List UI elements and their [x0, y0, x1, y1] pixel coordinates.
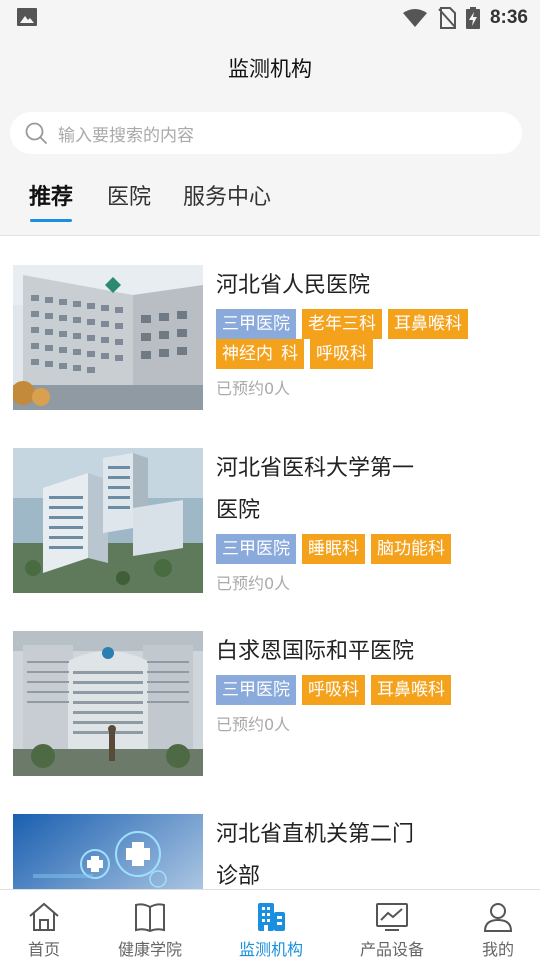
status-time: 8:36 [489, 7, 528, 28]
hospital-rendering-photo [13, 448, 203, 593]
grade-tag: 三甲医院 [216, 309, 296, 339]
institution-name: 河北省医科大学第一 [216, 456, 415, 481]
department-tag: 呼吸科 [302, 675, 365, 705]
nav-label: 产品设备 [359, 940, 424, 959]
page-title: 监测机构 [228, 57, 312, 81]
institution-info: 白求恩国际和平医院 三甲医院 呼吸科 耳鼻喉科 已预约0人 [216, 631, 524, 735]
institution-name-line2: 诊部 [216, 864, 261, 889]
tag-list: 三甲医院 老年三科 耳鼻喉科 神经内 科 呼吸科 [216, 309, 524, 369]
bottom-navigation: 首页 健康学院 监测机构 产品设备 我的 [0, 889, 540, 960]
department-tag: 老年三科 [302, 309, 382, 339]
user-icon [483, 903, 513, 932]
search-input[interactable]: 输入要搜索的内容 [10, 112, 522, 154]
institution-name-line2: 医院 [216, 498, 261, 523]
battery-charging-icon [465, 7, 480, 29]
booking-count: 已预约0人 [216, 574, 291, 593]
institution-name: 河北省人民医院 [216, 273, 371, 298]
nav-product-devices[interactable]: 产品设备 [338, 890, 446, 960]
search-area: 输入要搜索的内容 [0, 98, 540, 168]
tab-recommended[interactable]: 推荐 [29, 182, 74, 222]
department-tag: 呼吸科 [310, 339, 373, 369]
institution-list: 河北省人民医院 三甲医院 老年三科 耳鼻喉科 神经内 科 呼吸科 已预约0人 河… [0, 237, 540, 889]
tab-service-center[interactable]: 服务中心 [183, 182, 271, 218]
nav-home[interactable]: 首页 [0, 890, 98, 960]
nav-monitoring-institutions[interactable]: 监测机构 [217, 890, 325, 960]
wifi-icon [402, 9, 427, 27]
department-tag: 耳鼻喉科 [371, 675, 451, 705]
nav-mine[interactable]: 我的 [444, 890, 540, 960]
nav-label: 首页 [27, 940, 60, 959]
tab-hospital[interactable]: 医院 [107, 182, 151, 218]
tag-list: 三甲医院 呼吸科 耳鼻喉科 [216, 675, 524, 705]
active-tab-indicator [30, 219, 73, 222]
institution-name: 白求恩国际和平医院 [216, 639, 415, 664]
status-bar: 8:36 [0, 0, 540, 38]
category-tabs: 推荐 医院 服务中心 [0, 168, 540, 236]
institution-info: 河北省直机关第二门 诊部 [216, 814, 524, 889]
chart-icon [376, 903, 408, 931]
tag-list: 三甲医院 睡眠科 脑功能科 [216, 534, 524, 564]
hospital-statue-photo [13, 631, 203, 776]
department-tag: 耳鼻喉科 [388, 309, 468, 339]
grade-tag: 三甲医院 [216, 534, 296, 564]
home-icon [29, 902, 59, 931]
tab-label: 服务中心 [183, 185, 272, 210]
nav-label: 监测机构 [238, 940, 303, 959]
search-placeholder: 输入要搜索的内容 [58, 125, 194, 146]
tab-label: 医院 [107, 185, 152, 210]
institution-info: 河北省人民医院 三甲医院 老年三科 耳鼻喉科 神经内 科 呼吸科 已预约0人 [216, 265, 524, 399]
nav-health-academy[interactable]: 健康学院 [96, 890, 204, 960]
department-tag: 神经内 [216, 339, 279, 369]
department-tag: 睡眠科 [302, 534, 365, 564]
nav-label: 健康学院 [117, 940, 182, 959]
department-tag: 科 [279, 339, 304, 369]
department-tag: 脑功能科 [371, 534, 451, 564]
booking-count: 已预约0人 [216, 379, 291, 398]
booking-count: 已预约0人 [216, 715, 291, 734]
nav-label: 我的 [481, 940, 514, 959]
building-icon [258, 903, 285, 931]
grade-tag: 三甲医院 [216, 675, 296, 705]
image-notification-icon [17, 8, 37, 26]
institution-info: 河北省医科大学第一 医院 三甲医院 睡眠科 脑功能科 已预约0人 [216, 448, 524, 594]
tab-label: 推荐 [29, 185, 74, 210]
institution-name: 河北省直机关第二门 [216, 822, 415, 847]
book-icon [135, 903, 165, 933]
hospital-building-photo [13, 265, 203, 410]
app-header: 监测机构 [0, 38, 540, 98]
search-icon [25, 122, 47, 144]
no-sim-icon [438, 7, 456, 29]
medical-cross-graphic [13, 814, 203, 889]
